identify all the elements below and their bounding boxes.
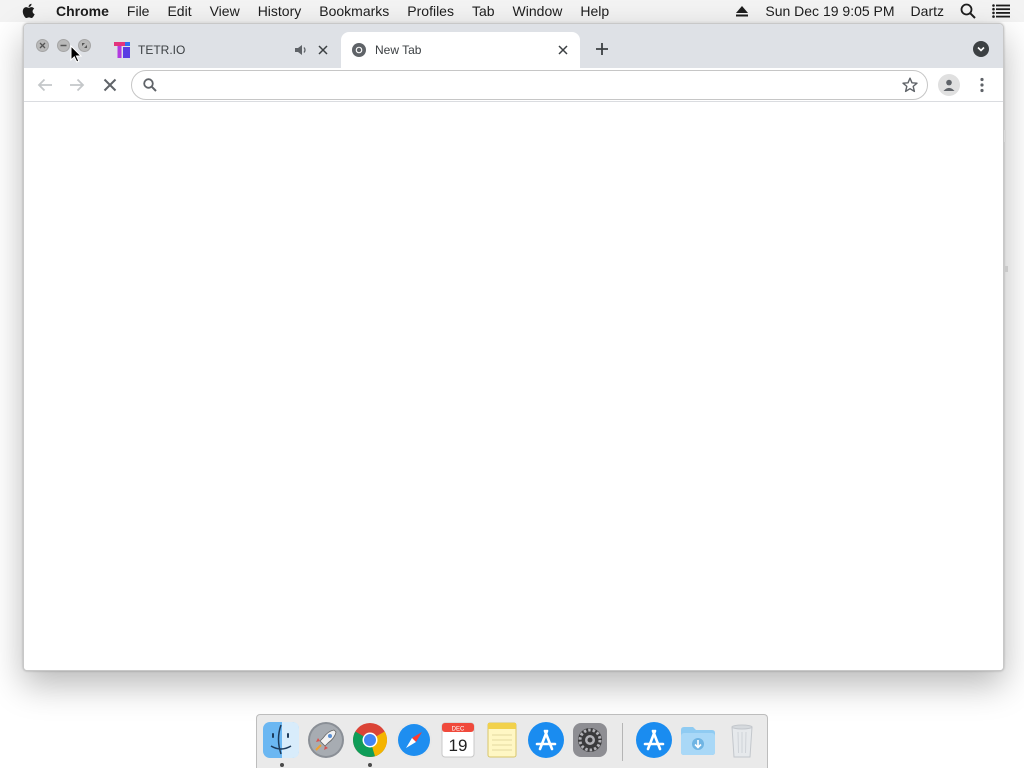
chrome-app-icon[interactable] [351, 721, 389, 759]
downloads-folder-icon[interactable] [679, 721, 717, 759]
app-store-icon[interactable] [527, 721, 565, 759]
page-content-blank[interactable] [24, 102, 1003, 670]
chrome-favicon-icon [351, 42, 367, 58]
close-tab-icon[interactable] [314, 41, 332, 59]
menu-edit[interactable]: Edit [158, 0, 200, 22]
system-preferences-gear-icon[interactable] [571, 721, 609, 759]
calendar-icon[interactable]: DEC 19 [439, 721, 477, 759]
calendar-month: DEC [452, 727, 465, 733]
stop-loading-x-icon[interactable] [98, 73, 122, 97]
menu-clock[interactable]: Sun Dec 19 9:05 PM [757, 0, 902, 22]
speaker-audio-icon[interactable] [292, 41, 310, 59]
mouse-pointer-icon [70, 45, 82, 63]
calendar-day: 19 [449, 736, 468, 755]
menu-history[interactable]: History [249, 0, 311, 22]
tab-strip[interactable]: TETR.IO New Tab [24, 24, 1003, 68]
dock-separator [622, 723, 623, 761]
window-controls [36, 39, 91, 52]
finder-icon[interactable] [262, 721, 300, 759]
tab-new-tab[interactable]: New Tab [341, 32, 580, 68]
new-tab-plus-icon[interactable] [592, 39, 612, 59]
forward-arrow-icon[interactable] [65, 73, 89, 97]
eject-icon[interactable] [727, 0, 757, 22]
close-tab-icon[interactable] [554, 41, 572, 59]
menu-tab[interactable]: Tab [463, 0, 504, 22]
dock: DEC 19 [256, 714, 768, 768]
tetrio-favicon-icon [114, 42, 130, 58]
address-bar[interactable] [131, 70, 928, 100]
menu-bar: Chrome File Edit View History Bookmarks … [0, 0, 1024, 22]
background-window-edge [1004, 130, 1008, 272]
chrome-menu-kebab-icon[interactable] [972, 74, 992, 96]
menu-user[interactable]: Dartz [903, 0, 952, 22]
launchpad-rocket-icon[interactable] [307, 721, 345, 759]
address-input[interactable] [164, 75, 884, 95]
menu-bar-status-area: Sun Dec 19 9:05 PM Dartz [727, 0, 1024, 22]
back-arrow-icon[interactable] [33, 73, 57, 97]
menu-window[interactable]: Window [504, 0, 572, 22]
menu-profiles[interactable]: Profiles [398, 0, 463, 22]
close-window-button[interactable] [36, 39, 49, 52]
tab-tetrio[interactable]: TETR.IO [104, 32, 340, 68]
tab-title: New Tab [375, 43, 422, 57]
chrome-running-indicator [368, 763, 372, 767]
spotlight-search-icon[interactable] [952, 0, 984, 22]
notification-center-icon[interactable] [984, 0, 1024, 22]
menu-file[interactable]: File [118, 0, 159, 22]
search-icon [143, 78, 157, 97]
minimize-window-button[interactable] [57, 39, 70, 52]
browser-toolbar [24, 68, 1003, 102]
apple-icon[interactable] [17, 3, 39, 19]
app-store-icon[interactable] [635, 721, 673, 759]
safari-compass-icon[interactable] [395, 721, 433, 759]
finder-running-indicator [280, 763, 284, 767]
menu-bookmarks[interactable]: Bookmarks [310, 0, 398, 22]
tab-search-chevron-icon[interactable] [973, 41, 989, 57]
menu-help[interactable]: Help [571, 0, 618, 22]
profile-avatar-icon[interactable] [938, 74, 960, 96]
tab-title: TETR.IO [138, 43, 186, 57]
menu-view[interactable]: View [201, 0, 249, 22]
bookmark-star-icon[interactable] [902, 77, 918, 98]
menu-app-name[interactable]: Chrome [47, 0, 118, 22]
notes-icon[interactable] [483, 721, 521, 759]
chrome-window: TETR.IO New Tab [23, 23, 1004, 671]
trash-icon[interactable] [723, 721, 761, 759]
